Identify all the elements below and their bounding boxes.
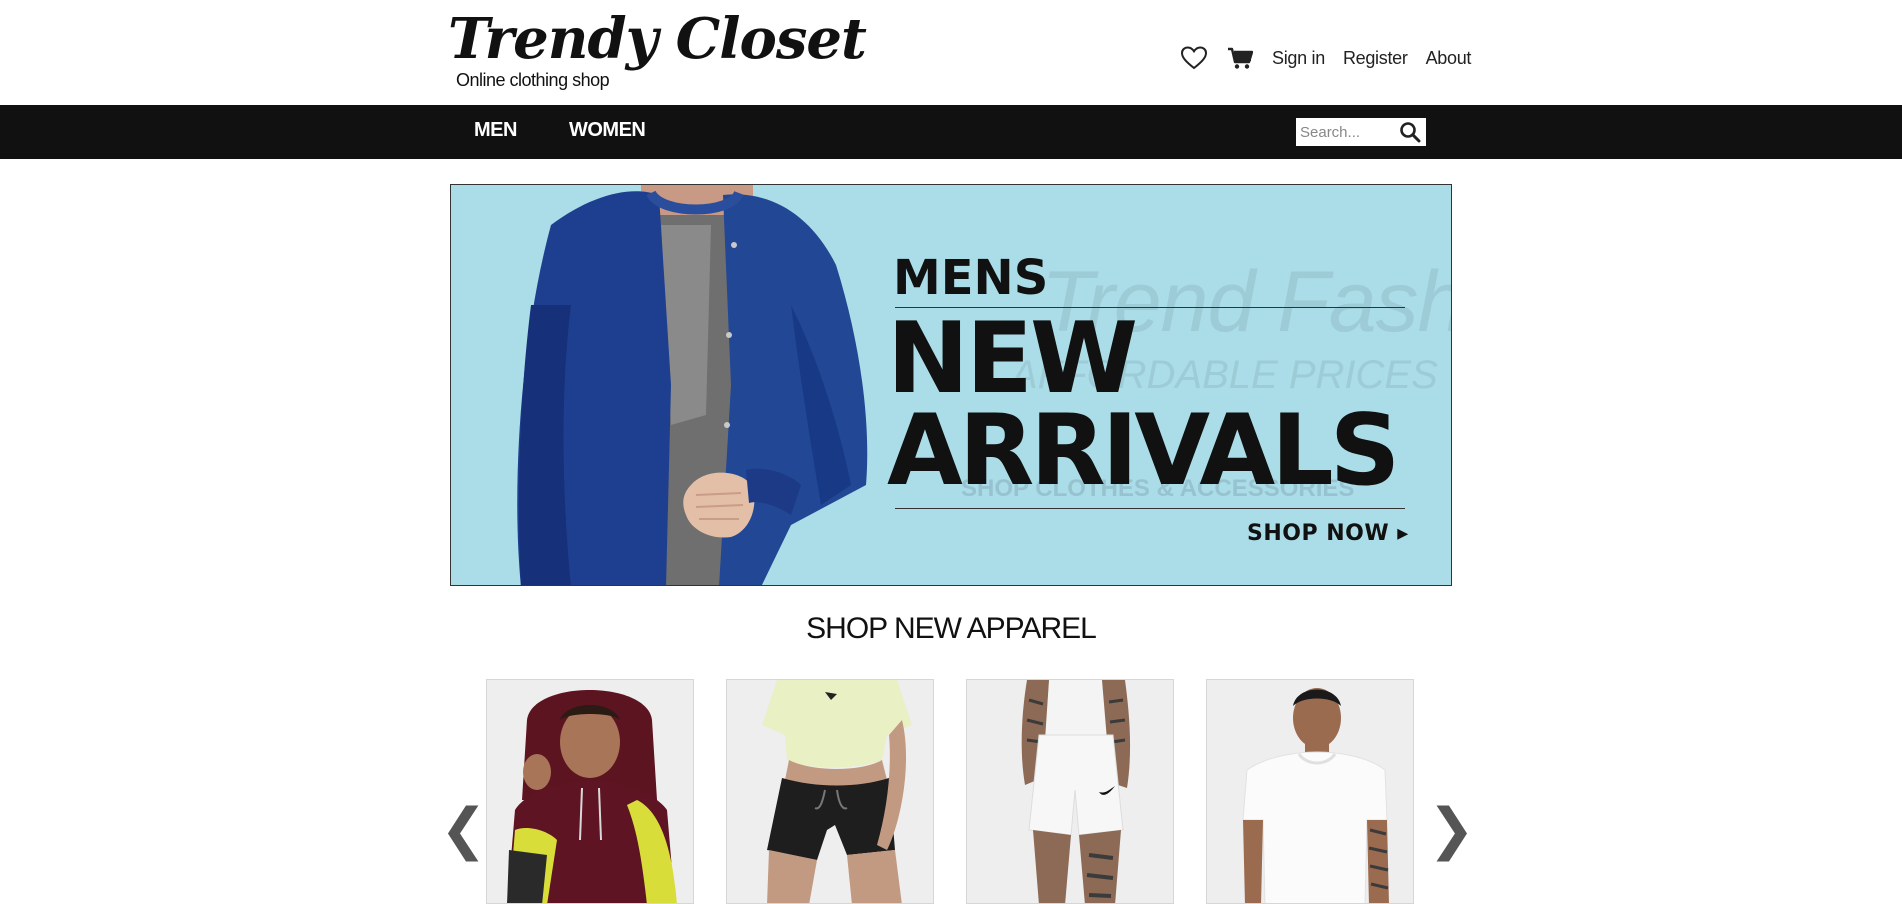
banner-divider-bottom <box>895 508 1405 509</box>
model-image <box>517 185 868 585</box>
sign-in-link[interactable]: Sign in <box>1272 48 1325 69</box>
hoodie-image <box>487 680 693 903</box>
search-box <box>1296 118 1426 146</box>
main-nav: MEN WOMEN <box>0 105 1902 159</box>
about-link[interactable]: About <box>1426 48 1472 69</box>
product-card-maroon-hoodie[interactable] <box>486 679 694 904</box>
banner-headline-line2: ARRIVALS <box>887 394 1400 508</box>
product-card-white-shorts[interactable] <box>966 679 1174 904</box>
nav-item-women[interactable]: WOMEN <box>569 119 646 142</box>
site-tagline: Online clothing shop <box>456 70 610 90</box>
nav-item-men[interactable]: MEN <box>474 119 517 142</box>
site-header: Trendy Closet Online clothing shop Sign … <box>0 0 1902 105</box>
site-logo[interactable]: Trendy Closet <box>448 4 867 74</box>
product-card-white-tshirt[interactable] <box>1206 679 1414 904</box>
white-shorts-image <box>967 680 1173 903</box>
hero-banner[interactable]: Trend Fashion AFFORDABLE PRICES SHOP CLO… <box>450 184 1452 586</box>
search-icon[interactable] <box>1396 118 1424 146</box>
banner-kicker: MENS <box>893 250 1049 306</box>
register-link[interactable]: Register <box>1343 48 1408 69</box>
cart-icon[interactable] <box>1226 44 1254 72</box>
shop-now-button[interactable]: SHOP NOW ▸ <box>1247 521 1409 546</box>
heart-icon[interactable] <box>1180 44 1208 72</box>
header-actions: Sign in Register About <box>1180 42 1471 74</box>
carousel-next-button[interactable]: ❯ <box>1428 800 1475 860</box>
women-shorts-image <box>727 680 933 903</box>
product-card-women-shorts[interactable] <box>726 679 934 904</box>
white-tshirt-image <box>1207 680 1413 903</box>
section-title: SHOP NEW APPAREL <box>806 612 1097 645</box>
search-input[interactable] <box>1296 119 1396 145</box>
carousel-prev-button[interactable]: ❮ <box>440 800 487 860</box>
